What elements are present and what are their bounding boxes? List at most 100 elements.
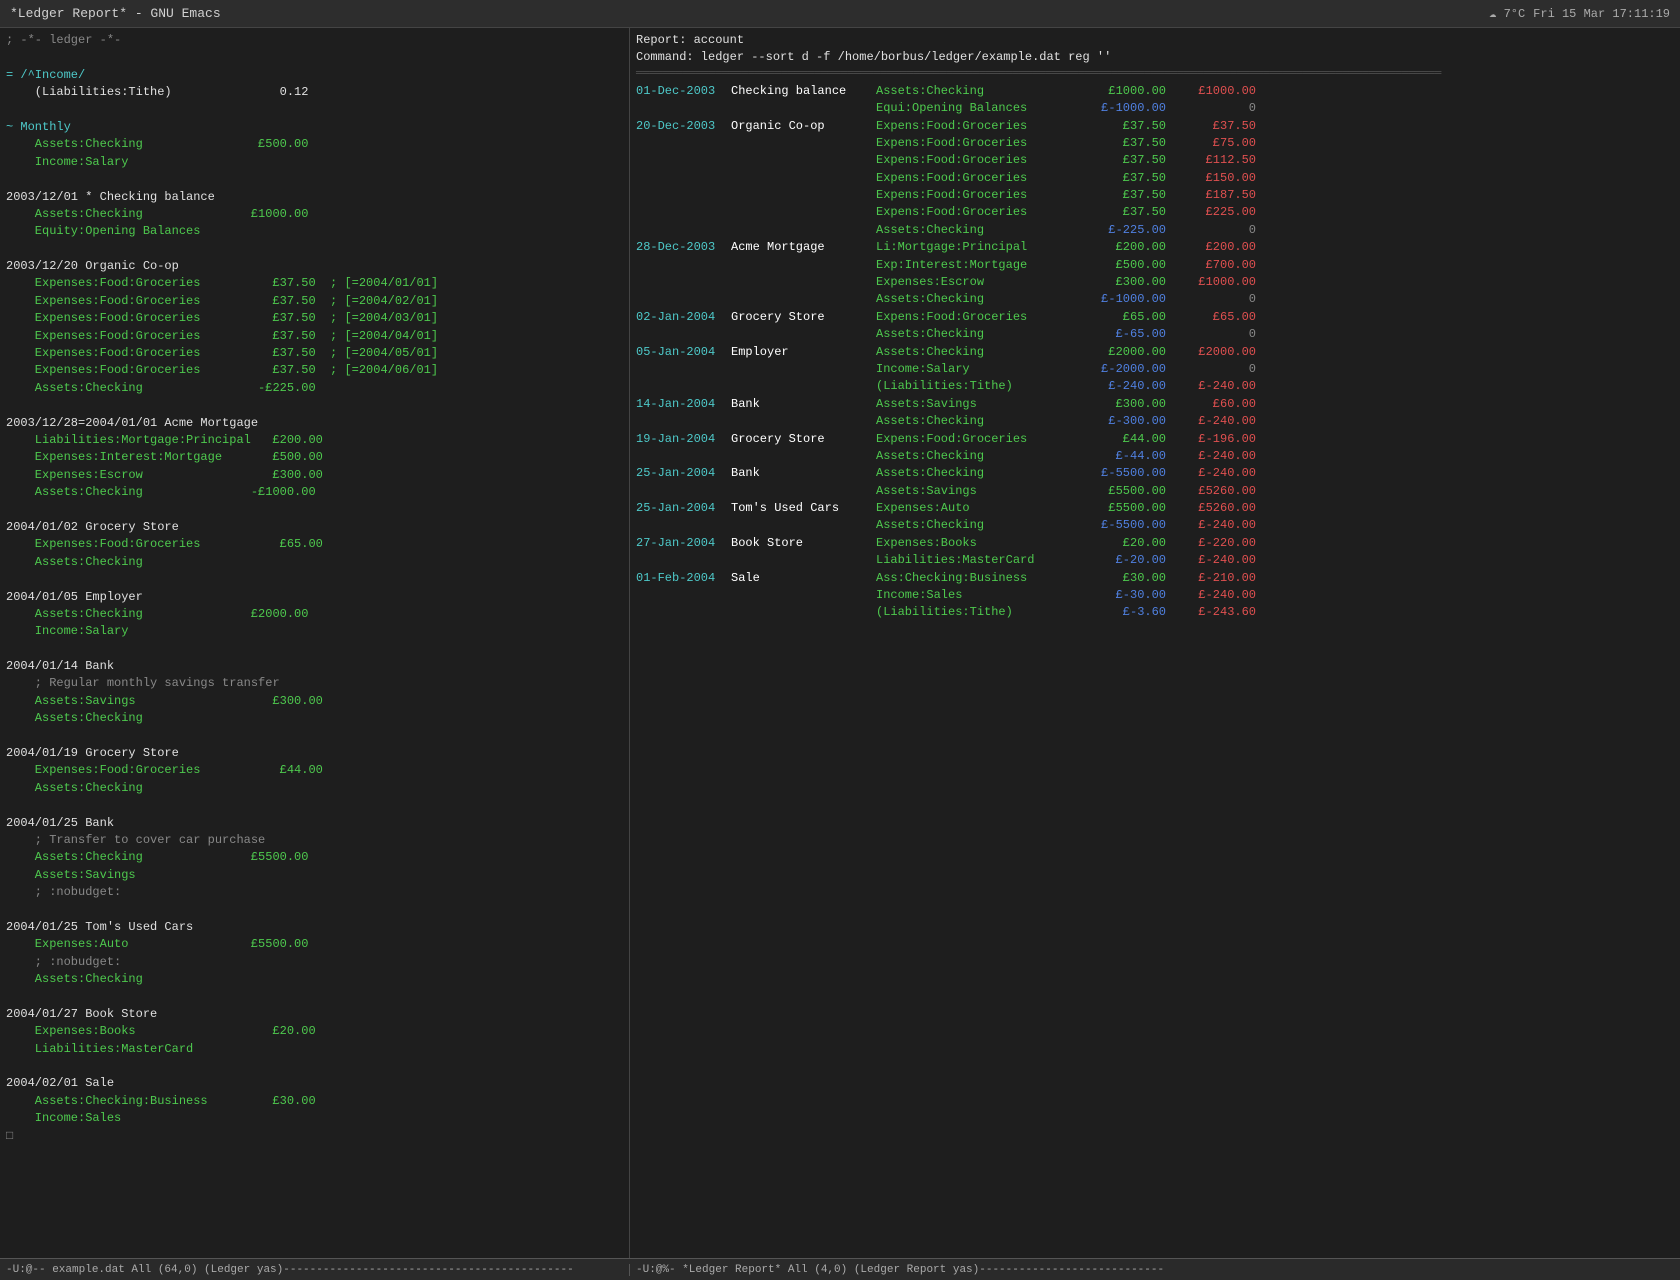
editor-line: Assets:Savings (6, 867, 623, 884)
editor-line (6, 171, 623, 188)
report-row: (Liabilities:Tithe) £-240.00 £-240.00 (636, 378, 1674, 395)
editor-line: Expenses:Escrow £300.00 (6, 467, 623, 484)
editor-line: Assets:Checking (6, 780, 623, 797)
editor-line: Assets:Checking (6, 971, 623, 988)
editor-line: Expenses:Food:Groceries £37.50 ; [=2004/… (6, 345, 623, 362)
report-row: Equi:Opening Balances £-1000.00 0 (636, 100, 1674, 117)
report-header1: Report: account (636, 32, 1674, 49)
editor-line (6, 641, 623, 658)
editor-line: Assets:Checking (6, 554, 623, 571)
report-row: Assets:Checking £-5500.00 £-240.00 (636, 517, 1674, 534)
editor-line: Income:Salary (6, 154, 623, 171)
editor-line: 2004/01/27 Book Store (6, 1006, 623, 1023)
editor-line: Expenses:Food:Groceries £37.50 ; [=2004/… (6, 293, 623, 310)
report-row: Exp:Interest:Mortgage £500.00 £700.00 (636, 257, 1674, 274)
report-row: 25-Jan-2004 Tom's Used Cars Expenses:Aut… (636, 500, 1674, 517)
report-row: 14-Jan-2004 Bank Assets:Savings £300.00 … (636, 396, 1674, 413)
report-row: 01-Dec-2003 Checking balance Assets:Chec… (636, 83, 1674, 100)
report-row: Assets:Checking £-44.00 £-240.00 (636, 448, 1674, 465)
editor-line: Liabilities:MasterCard (6, 1041, 623, 1058)
editor-line (6, 241, 623, 258)
report-row: Expens:Food:Groceries £37.50 £75.00 (636, 135, 1674, 152)
editor-line: Expenses:Interest:Mortgage £500.00 (6, 449, 623, 466)
report-row: Income:Sales £-30.00 £-240.00 (636, 587, 1674, 604)
editor-line: Assets:Checking £500.00 (6, 136, 623, 153)
report-row: Income:Salary £-2000.00 0 (636, 361, 1674, 378)
editor-line (6, 102, 623, 119)
report-row: 25-Jan-2004 Bank Assets:Checking £-5500.… (636, 465, 1674, 482)
editor-content: ; -*- ledger -*- = /^Income/ (Liabilitie… (6, 32, 623, 1145)
report-row: (Liabilities:Tithe) £-3.60 £-243.60 (636, 604, 1674, 621)
editor-line: Assets:Checking -£225.00 (6, 380, 623, 397)
report-row: Assets:Savings £5500.00 £5260.00 (636, 483, 1674, 500)
editor-line: Income:Sales (6, 1110, 623, 1127)
report-row: 02-Jan-2004 Grocery Store Expens:Food:Gr… (636, 309, 1674, 326)
report-row: Assets:Checking £-65.00 0 (636, 326, 1674, 343)
editor-line: Income:Salary (6, 623, 623, 640)
editor-line: Liabilities:Mortgage:Principal £200.00 (6, 432, 623, 449)
editor-line: ; Regular monthly savings transfer (6, 675, 623, 692)
editor-line: Equity:Opening Balances (6, 223, 623, 240)
editor-line: 2003/12/28=2004/01/01 Acme Mortgage (6, 415, 623, 432)
editor-line: 2003/12/20 Organic Co-op (6, 258, 623, 275)
editor-line: 2004/01/02 Grocery Store (6, 519, 623, 536)
editor-line: Assets:Checking:Business £30.00 (6, 1093, 623, 1110)
editor-line: Assets:Checking £2000.00 (6, 606, 623, 623)
titlebar-title: *Ledger Report* - GNU Emacs (10, 6, 221, 21)
editor-line: Expenses:Food:Groceries £44.00 (6, 762, 623, 779)
titlebar-right: ☁ 7°C Fri 15 Mar 17:11:19 (1489, 6, 1670, 21)
editor-line: 2004/02/01 Sale (6, 1075, 623, 1092)
report-row: Assets:Checking £-1000.00 0 (636, 291, 1674, 308)
statusbar: -U:@-- example.dat All (64,0) (Ledger ya… (0, 1258, 1680, 1280)
editor-line: ; -*- ledger -*- (6, 32, 623, 49)
editor-line: (Liabilities:Tithe) 0.12 (6, 84, 623, 101)
editor-line: ; Transfer to cover car purchase (6, 832, 623, 849)
editor-line: 2004/01/14 Bank (6, 658, 623, 675)
report-row: 20-Dec-2003 Organic Co-op Expens:Food:Gr… (636, 118, 1674, 135)
editor-line: Assets:Checking (6, 710, 623, 727)
editor-line (6, 902, 623, 919)
titlebar: *Ledger Report* - GNU Emacs ☁ 7°C Fri 15… (0, 0, 1680, 28)
editor-line: ~ Monthly (6, 119, 623, 136)
editor-pane[interactable]: ; -*- ledger -*- = /^Income/ (Liabilitie… (0, 28, 630, 1258)
editor-line (6, 571, 623, 588)
editor-line (6, 49, 623, 66)
editor-line: Assets:Savings £300.00 (6, 693, 623, 710)
report-pane[interactable]: Report: account Command: ledger --sort d… (630, 28, 1680, 1258)
editor-line: Assets:Checking £1000.00 (6, 206, 623, 223)
editor-line: Expenses:Auto £5500.00 (6, 936, 623, 953)
editor-line: Expenses:Food:Groceries £65.00 (6, 536, 623, 553)
report-row: Assets:Checking £-300.00 £-240.00 (636, 413, 1674, 430)
editor-line: □ (6, 1128, 623, 1145)
report-row: Assets:Checking £-225.00 0 (636, 222, 1674, 239)
editor-line: 2004/01/25 Bank (6, 815, 623, 832)
report-row: 28-Dec-2003 Acme Mortgage Li:Mortgage:Pr… (636, 239, 1674, 256)
report-row: Expens:Food:Groceries £37.50 £150.00 (636, 170, 1674, 187)
report-content: 01-Dec-2003 Checking balance Assets:Chec… (636, 83, 1674, 622)
editor-line: 2004/01/05 Employer (6, 589, 623, 606)
editor-line: 2004/01/25 Tom's Used Cars (6, 919, 623, 936)
report-row: Expens:Food:Groceries £37.50 £187.50 (636, 187, 1674, 204)
editor-line (6, 397, 623, 414)
main-area: ; -*- ledger -*- = /^Income/ (Liabilitie… (0, 28, 1680, 1258)
report-divider: ════════════════════════════════════════… (636, 67, 1674, 83)
report-row: 05-Jan-2004 Employer Assets:Checking £20… (636, 344, 1674, 361)
report-row: Expens:Food:Groceries £37.50 £225.00 (636, 204, 1674, 221)
weather-display: ☁ 7°C (1489, 6, 1525, 21)
status-left: -U:@-- example.dat All (64,0) (Ledger ya… (0, 1264, 630, 1276)
editor-line: Expenses:Books £20.00 (6, 1023, 623, 1040)
editor-line: Expenses:Food:Groceries £37.50 ; [=2004/… (6, 310, 623, 327)
time-display: Fri 15 Mar 17:11:19 (1533, 7, 1670, 21)
report-row: Expens:Food:Groceries £37.50 £112.50 (636, 152, 1674, 169)
report-row: Liabilities:MasterCard £-20.00 £-240.00 (636, 552, 1674, 569)
editor-line: Assets:Checking £5500.00 (6, 849, 623, 866)
editor-line: ; :nobudget: (6, 884, 623, 901)
report-header2: Command: ledger --sort d -f /home/borbus… (636, 49, 1674, 66)
editor-line: Assets:Checking -£1000.00 (6, 484, 623, 501)
editor-line (6, 502, 623, 519)
editor-line: Expenses:Food:Groceries £37.50 ; [=2004/… (6, 328, 623, 345)
report-row: 27-Jan-2004 Book Store Expenses:Books £2… (636, 535, 1674, 552)
report-row: 19-Jan-2004 Grocery Store Expens:Food:Gr… (636, 431, 1674, 448)
report-row: Expenses:Escrow £300.00 £1000.00 (636, 274, 1674, 291)
status-right: -U:@%- *Ledger Report* All (4,0) (Ledger… (630, 1264, 1680, 1276)
